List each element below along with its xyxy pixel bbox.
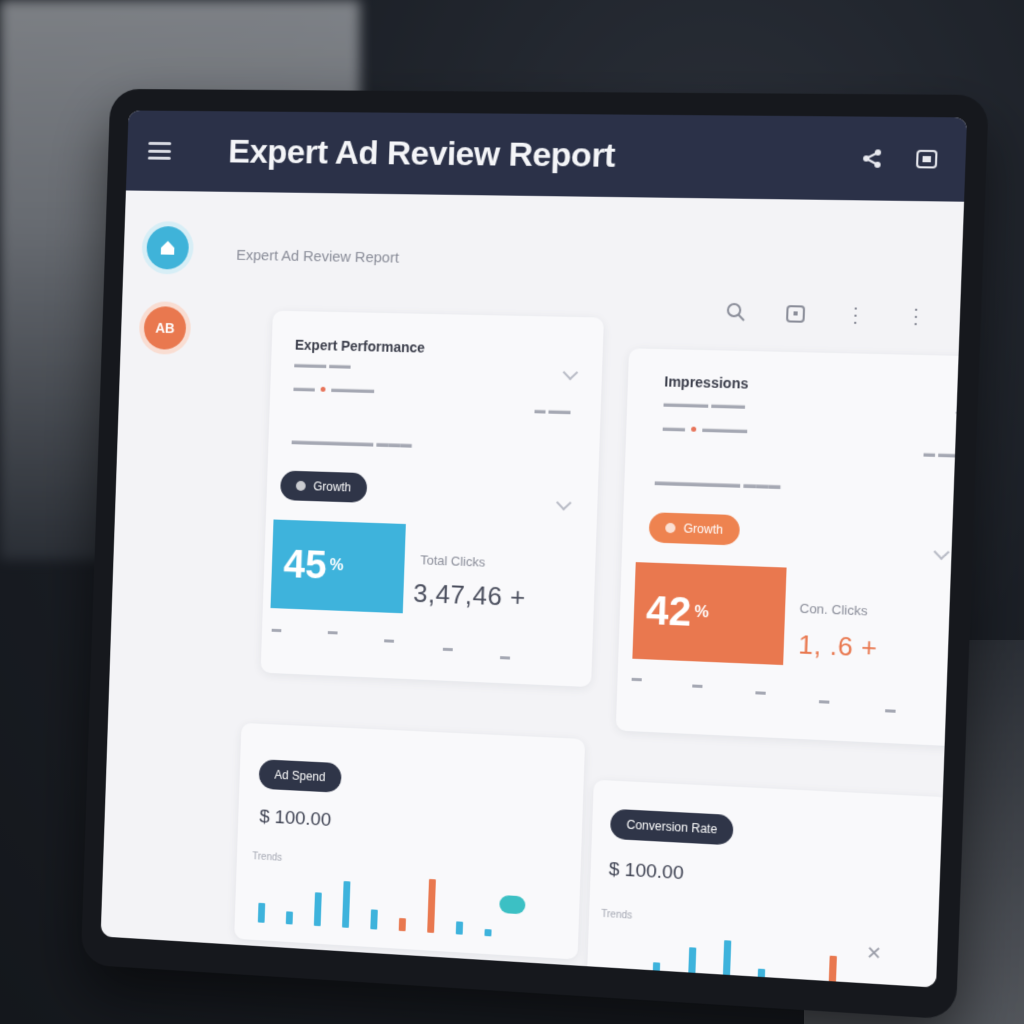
- more-icon[interactable]: ⋮: [843, 302, 869, 327]
- trend-label: Trends: [601, 908, 633, 922]
- axis-label: ▬: [271, 623, 282, 636]
- chart-bar: [722, 940, 732, 988]
- kpi-unit: %: [694, 603, 710, 622]
- chart-bar: [398, 917, 406, 932]
- trend-label: Trends: [252, 851, 283, 864]
- card-section-label: ▬▬▬▬▬▬▬ ▬▬▬: [291, 433, 413, 451]
- app-title: Expert Ad Review Report: [227, 132, 616, 175]
- chart-bar: [687, 946, 697, 988]
- card-section-label: ▬▬▬▬▬▬▬ ▬▬▬: [654, 474, 781, 493]
- kpi-value: 3,47,46 +: [412, 577, 527, 613]
- chevron-down-icon[interactable]: [933, 544, 950, 561]
- app-header: Expert Ad Review Report: [125, 110, 968, 202]
- chevron-down-icon[interactable]: [562, 364, 579, 381]
- app-screen: Expert Ad Review Report AB Expert Ad Rev…: [100, 110, 968, 988]
- conversion-pill[interactable]: Conversion Rate: [609, 808, 735, 846]
- card-title: Expert Performance: [294, 336, 426, 356]
- axis-label: ▬: [631, 672, 642, 685]
- axis-label: ▬: [884, 704, 896, 716]
- card-meta: ▬▬▬▬ ▬▬▬: [663, 397, 746, 412]
- card-meta-3: ▬ ▬▬: [534, 404, 571, 418]
- chart-bar: [258, 902, 266, 923]
- main-content: Expert Ad Review Report ⋮ ⋮ Expert Perfo…: [196, 192, 968, 988]
- money-value: $ 100.00: [608, 858, 684, 885]
- chart-bar: [286, 910, 294, 925]
- ad-spend-bar-chart: [248, 869, 504, 937]
- axis-label: ▬: [442, 642, 453, 655]
- kpi-unit: %: [329, 557, 344, 575]
- more-icon[interactable]: ⋮: [903, 303, 929, 328]
- search-icon[interactable]: [723, 300, 748, 325]
- calendar-icon[interactable]: [783, 301, 809, 326]
- growth-pill[interactable]: Growth: [279, 470, 368, 503]
- chart-bar: [370, 909, 378, 930]
- card-meta: ▬▬▬ ▬▬: [294, 358, 351, 372]
- chevron-down-icon[interactable]: [955, 405, 968, 421]
- performance-card: Expert Performance ▬▬▬ ▬▬ ▬▬ ▬▬▬▬ ▬ ▬▬ ▬▬…: [260, 310, 604, 688]
- chart-bar: [314, 892, 322, 927]
- growth-pill[interactable]: Growth: [648, 512, 740, 546]
- share-icon[interactable]: [856, 143, 888, 174]
- menu-icon[interactable]: [147, 141, 172, 160]
- axis-label: ▬: [499, 651, 511, 663]
- chevron-down-icon[interactable]: [556, 495, 572, 511]
- kpi-percent: 42: [645, 588, 693, 635]
- chart-bar: [652, 962, 661, 988]
- card-meta-3: ▬ ▬▬: [923, 447, 962, 461]
- ad-spend-pill[interactable]: Ad Spend: [258, 759, 342, 793]
- toggle-chip[interactable]: [499, 894, 526, 915]
- pill-label: Growth: [313, 479, 352, 495]
- impressions-card: Impressions ▬▬▬▬ ▬▬▬ ▬▬ ▬▬▬▬ ▬ ▬▬ ▬▬▬▬▬▬▬…: [615, 348, 968, 749]
- chart-bar: [617, 977, 626, 987]
- chart-bar: [483, 929, 492, 937]
- window-icon[interactable]: [911, 144, 943, 175]
- kpi-caption: Con. Clicks: [799, 600, 868, 619]
- kpi-caption: Total Clicks: [420, 552, 486, 570]
- kpi-percent-box: 42%: [632, 562, 787, 666]
- home-icon[interactable]: [146, 225, 190, 270]
- chart-bar: [757, 968, 766, 988]
- pill-label: Growth: [683, 521, 724, 537]
- pill-label: Ad Spend: [274, 767, 326, 785]
- kpi-value: 1, .6 +: [797, 629, 879, 663]
- left-rail: AB: [101, 190, 212, 941]
- kpi-percent-box: 45%: [270, 519, 406, 614]
- ab-icon[interactable]: AB: [143, 306, 187, 350]
- axis-label: ▬: [818, 695, 830, 707]
- axis-label: ▬: [384, 634, 395, 646]
- chart-bar: [455, 920, 463, 935]
- chart-bar: [827, 955, 837, 988]
- card-title: Impressions: [664, 373, 749, 392]
- axis-label: ▬: [692, 679, 703, 691]
- pill-label: Conversion Rate: [626, 817, 718, 837]
- conversion-card: Conversion Rate $ 100.00 Trends ✕: [586, 779, 950, 988]
- money-value: $ 100.00: [259, 806, 332, 831]
- card-meta-2: ▬▬ ▬▬▬▬: [662, 421, 748, 437]
- chart-bar: [792, 979, 801, 988]
- chart-bar: [342, 880, 351, 928]
- tablet-device: Expert Ad Review Report AB Expert Ad Rev…: [80, 88, 989, 1020]
- axis-label: ▬: [755, 686, 766, 698]
- card-meta-2: ▬▬ ▬▬▬▬: [293, 382, 375, 397]
- content-toolbar: ⋮ ⋮: [723, 300, 929, 329]
- close-icon[interactable]: ✕: [866, 942, 882, 964]
- ab-label: AB: [155, 319, 175, 336]
- kpi-percent: 45: [282, 542, 328, 588]
- page-subtitle: Expert Ad Review Report: [236, 246, 400, 267]
- chart-bar: [426, 878, 436, 933]
- ad-spend-card: Ad Spend $ 100.00 Trends: [234, 722, 586, 960]
- conversion-bar-chart: [605, 933, 852, 988]
- axis-label: ▬: [327, 626, 338, 638]
